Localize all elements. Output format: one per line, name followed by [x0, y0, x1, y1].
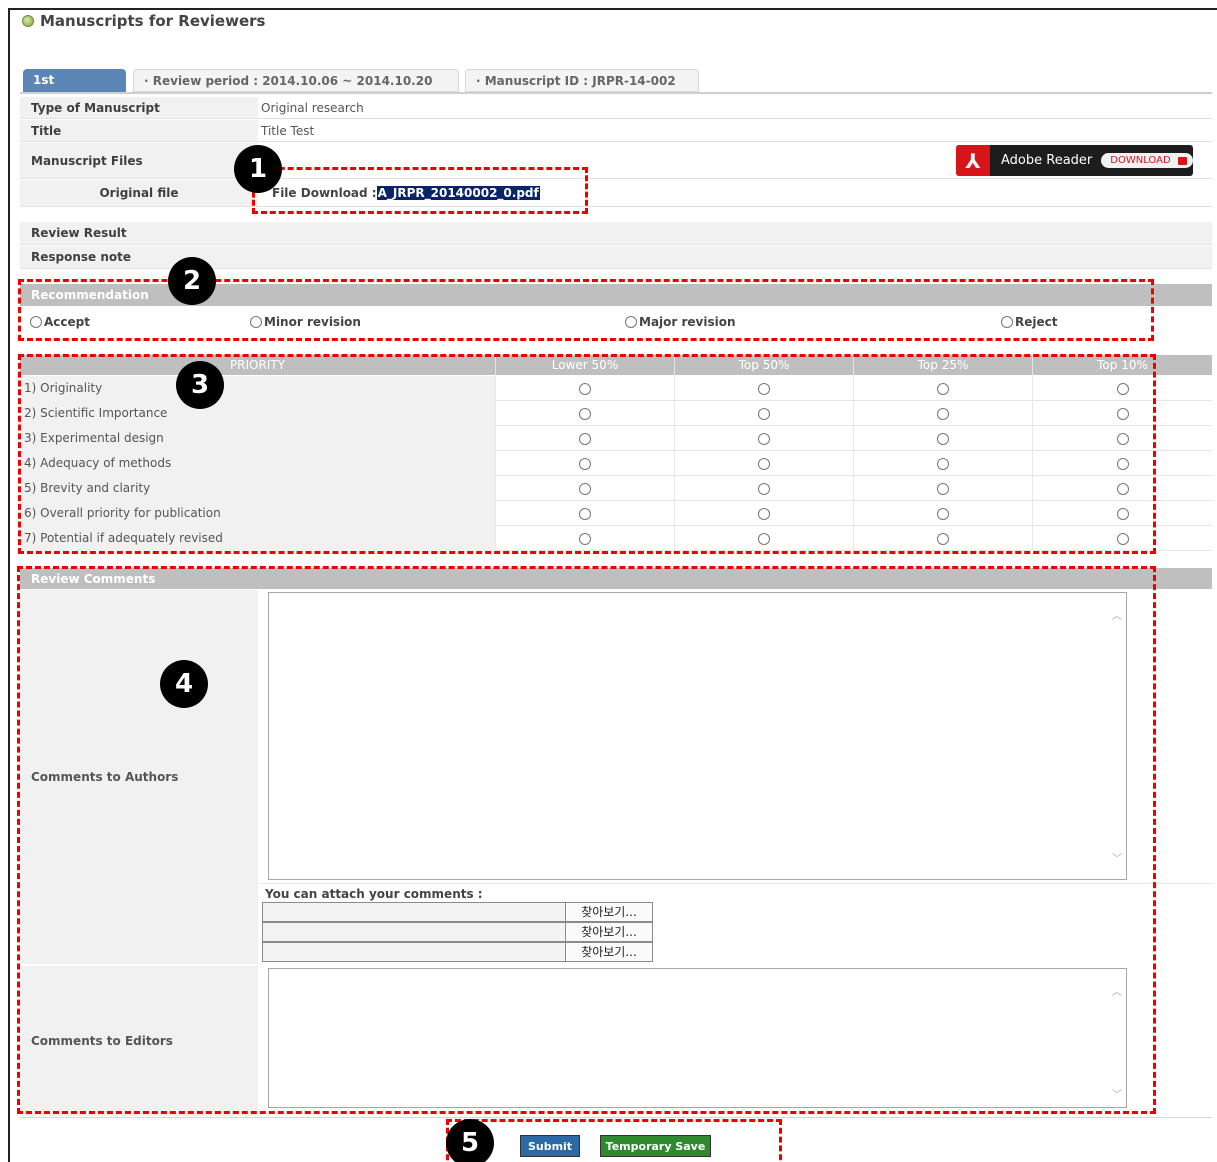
adobe-reader-label: Adobe Reader — [1001, 153, 1093, 168]
original-file-label: Original file — [20, 180, 258, 206]
divider — [20, 1117, 1212, 1118]
type-row: Type of Manuscript Original research — [20, 97, 1212, 119]
original-file-row: Original file File Download : A_JRPR_201… — [20, 180, 1212, 207]
annotation-number-4: 4 — [160, 660, 208, 708]
annotation-box-4 — [17, 566, 1156, 1114]
review-result-label: Review Result — [20, 222, 1212, 244]
annotation-box-5 — [446, 1119, 782, 1162]
page-title-text: Manuscripts for Reviewers — [40, 12, 266, 30]
title-label: Title — [20, 120, 258, 141]
adobe-reader-download-button[interactable]: ⅄ Adobe Reader DOWNLOAD — [956, 145, 1193, 176]
manuscript-id: · Manuscript ID : JRPR-14-002 — [465, 69, 699, 92]
type-label: Type of Manuscript — [20, 97, 258, 118]
tabs-divider — [20, 92, 1212, 94]
annotation-box-1 — [252, 167, 588, 214]
annotation-number-3: 3 — [176, 361, 224, 409]
files-label: Manuscript Files — [20, 143, 258, 178]
title-bullet-icon — [22, 15, 34, 27]
title-value: Title Test — [261, 123, 315, 138]
title-row: Title Title Test — [20, 120, 1212, 142]
review-period: · Review period : 2014.10.06 ~ 2014.10.2… — [133, 69, 459, 92]
review-result-row: Review Result — [20, 222, 1212, 245]
annotation-number-5: 5 — [446, 1119, 494, 1162]
tab-1st-reviewed[interactable]: 1st Reviewed — [23, 69, 126, 110]
page-title: Manuscripts for Reviewers — [22, 12, 265, 30]
adobe-logo-icon: ⅄ — [956, 145, 990, 176]
type-value: Original research — [261, 100, 364, 115]
annotation-number-2: 2 — [168, 257, 216, 305]
adobe-download-badge: DOWNLOAD — [1101, 153, 1193, 168]
annotation-number-1: 1 — [234, 145, 282, 193]
